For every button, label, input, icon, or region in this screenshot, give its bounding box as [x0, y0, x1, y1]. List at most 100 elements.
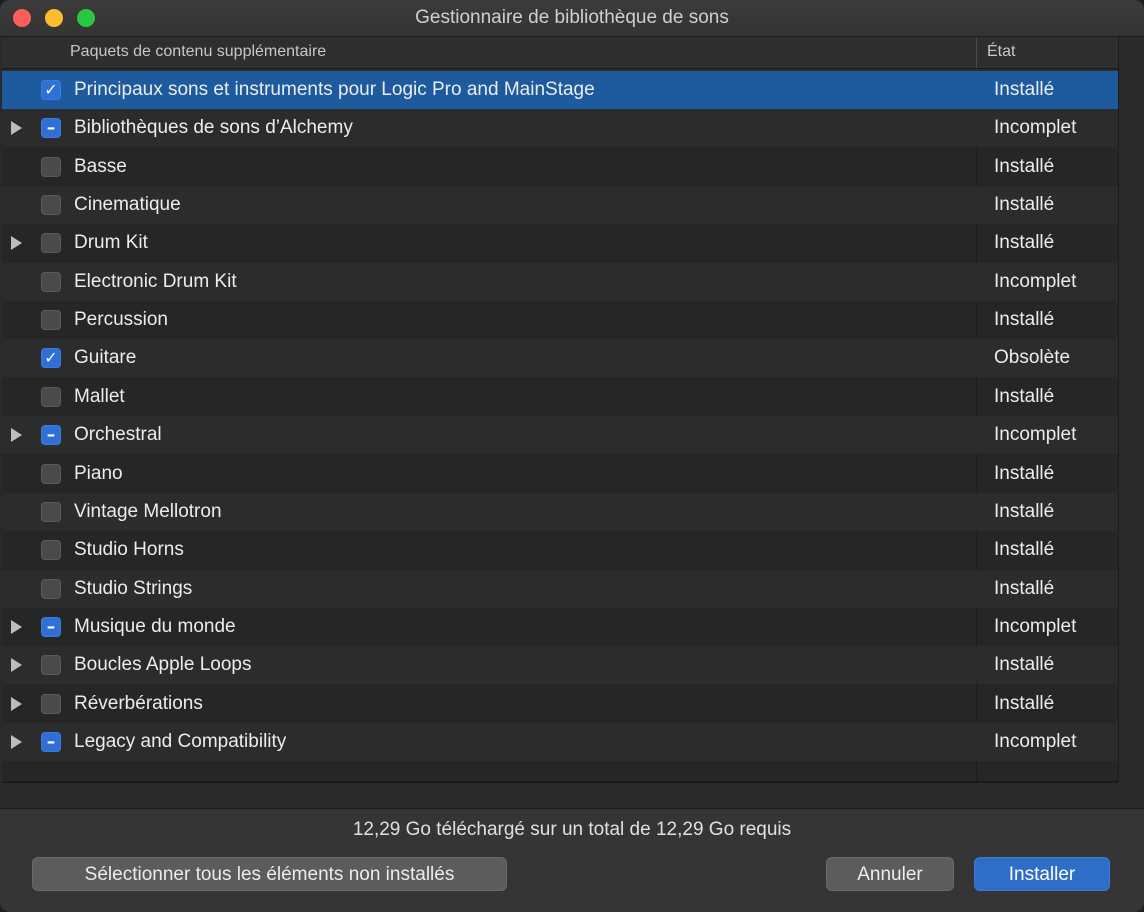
footer-bar: 12,29 Go téléchargé sur un total de 12,2…: [0, 808, 1144, 912]
package-state: Installé: [994, 155, 1055, 177]
package-name: Piano: [74, 462, 123, 484]
list-row[interactable]: – Legacy and Compatibility Incomplet: [2, 722, 1118, 761]
package-state: Incomplet: [994, 615, 1077, 637]
package-state: Installé: [994, 194, 1055, 216]
list-row[interactable]: Drum Kit Installé: [2, 224, 1118, 262]
disclosure-triangle-icon[interactable]: [11, 236, 22, 251]
mixed-state-icon: –: [46, 118, 56, 139]
window-title: Gestionnaire de bibliothèque de sons: [415, 7, 729, 28]
package-checkbox[interactable]: [41, 156, 61, 177]
list-row[interactable]: Studio Strings Installé: [2, 569, 1118, 608]
mixed-state-icon: –: [46, 616, 56, 637]
package-checkbox[interactable]: [41, 233, 61, 254]
column-divider: [976, 37, 977, 68]
list-row[interactable]: Piano Installé: [2, 455, 1118, 493]
package-name: Guitare: [74, 347, 137, 369]
package-state: Installé: [994, 79, 1055, 100]
package-checkbox[interactable]: [41, 386, 61, 407]
list-row[interactable]: – Orchestral Incomplet: [2, 416, 1118, 455]
disclosure-triangle-icon[interactable]: [11, 619, 22, 634]
disclosure-triangle-icon[interactable]: [11, 658, 22, 673]
package-checkbox[interactable]: –: [41, 616, 61, 637]
package-name: Principaux sons et instruments pour Logi…: [74, 79, 595, 100]
package-state: Installé: [994, 232, 1055, 254]
list-row[interactable]: – Bibliothèques de sons d’Alchemy Incomple…: [2, 109, 1118, 148]
package-name: Bibliothèques de sons d’Alchemy: [74, 117, 353, 139]
select-all-uninstalled-button[interactable]: Sélectionner tous les éléments non insta…: [32, 857, 507, 891]
package-list: ✓ Principaux sons et instruments pour Log…: [2, 71, 1118, 783]
mixed-state-icon: –: [46, 731, 56, 752]
package-name: Legacy and Compatibility: [74, 730, 287, 752]
disclosure-triangle-icon[interactable]: [11, 121, 22, 136]
package-name: Cinematique: [74, 194, 181, 216]
package-name: Réverbérations: [74, 692, 203, 714]
list-row[interactable]: Basse Installé: [2, 148, 1118, 186]
cancel-button[interactable]: Annuler: [826, 857, 954, 891]
package-checkbox[interactable]: [41, 578, 61, 599]
title-bar: Gestionnaire de bibliothèque de sons: [0, 0, 1144, 37]
package-state: Installé: [994, 539, 1055, 561]
column-header-packages[interactable]: Paquets de contenu supplémentaire: [70, 43, 326, 61]
list-row[interactable]: – Musique du monde Incomplet: [2, 608, 1118, 646]
list-row[interactable]: ✓ Principaux sons et instruments pour Log…: [2, 71, 1118, 109]
sound-library-manager-window: Gestionnaire de bibliothèque de sons Paq…: [0, 0, 1144, 912]
package-name: Basse: [74, 155, 127, 177]
package-name: Musique du monde: [74, 615, 236, 637]
list-row[interactable]: Studio Horns Installé: [2, 531, 1118, 569]
package-checkbox[interactable]: [41, 540, 61, 561]
package-state: Incomplet: [994, 730, 1077, 752]
package-name: Drum Kit: [74, 232, 148, 254]
package-state: Installé: [994, 500, 1055, 522]
list-row[interactable]: Percussion Installé: [2, 301, 1118, 339]
list-bottom-spacer: [0, 784, 1144, 808]
list-row[interactable]: Boucles Apple Loops Installé: [2, 646, 1118, 685]
package-name: Orchestral: [74, 424, 162, 446]
list-row[interactable]: Cinematique Installé: [2, 186, 1118, 225]
disclosure-triangle-icon[interactable]: [11, 428, 22, 443]
package-name: Studio Strings: [74, 577, 193, 599]
package-checkbox[interactable]: –: [41, 731, 61, 752]
package-name: Boucles Apple Loops: [74, 654, 252, 676]
package-checkbox[interactable]: –: [41, 118, 61, 139]
list-row[interactable]: Electronic Drum Kit Incomplet: [2, 262, 1118, 301]
package-state: Obsolète: [994, 347, 1071, 369]
package-name: Mallet: [74, 385, 125, 407]
list-row[interactable]: Vintage Mellotron Installé: [2, 492, 1118, 531]
package-checkbox[interactable]: [41, 655, 61, 676]
package-state: Installé: [994, 654, 1055, 676]
checkmark-icon: ✓: [44, 348, 58, 368]
package-checkbox[interactable]: [41, 693, 61, 714]
package-name: Electronic Drum Kit: [74, 270, 237, 292]
package-checkbox[interactable]: ✓: [41, 348, 61, 369]
package-name: Studio Horns: [74, 539, 184, 561]
install-button[interactable]: Installer: [974, 857, 1110, 891]
table-header: Paquets de contenu supplémentaire État: [2, 37, 1118, 69]
package-checkbox[interactable]: ✓: [41, 80, 61, 100]
package-state: Incomplet: [994, 270, 1077, 292]
package-checkbox[interactable]: [41, 195, 61, 216]
package-checkbox[interactable]: [41, 271, 61, 292]
mixed-state-icon: –: [46, 425, 56, 446]
package-checkbox[interactable]: [41, 463, 61, 484]
package-state: Incomplet: [994, 424, 1077, 446]
package-state: Installé: [994, 692, 1055, 714]
package-state: Incomplet: [994, 117, 1077, 139]
package-state: Installé: [994, 385, 1055, 407]
list-row[interactable]: Réverbérations Installé: [2, 685, 1118, 723]
package-state: Installé: [994, 462, 1055, 484]
package-checkbox[interactable]: –: [41, 425, 61, 446]
package-state: Installé: [994, 309, 1055, 331]
column-header-state[interactable]: État: [987, 43, 1015, 61]
package-checkbox[interactable]: [41, 501, 61, 522]
package-checkbox[interactable]: [41, 310, 61, 331]
download-status-text: 12,29 Go téléchargé sur un total de 12,2…: [352, 819, 792, 840]
list-row[interactable]: Mallet Installé: [2, 378, 1118, 416]
disclosure-triangle-icon[interactable]: [11, 696, 22, 711]
package-name: Percussion: [74, 309, 168, 331]
disclosure-triangle-icon[interactable]: [11, 734, 22, 749]
checkmark-icon: ✓: [44, 80, 58, 99]
list-row[interactable]: ✓ Guitare Obsolète: [2, 339, 1118, 378]
package-name: Vintage Mellotron: [74, 500, 222, 522]
package-state: Installé: [994, 577, 1055, 599]
vertical-scrollbar[interactable]: [1118, 37, 1144, 782]
